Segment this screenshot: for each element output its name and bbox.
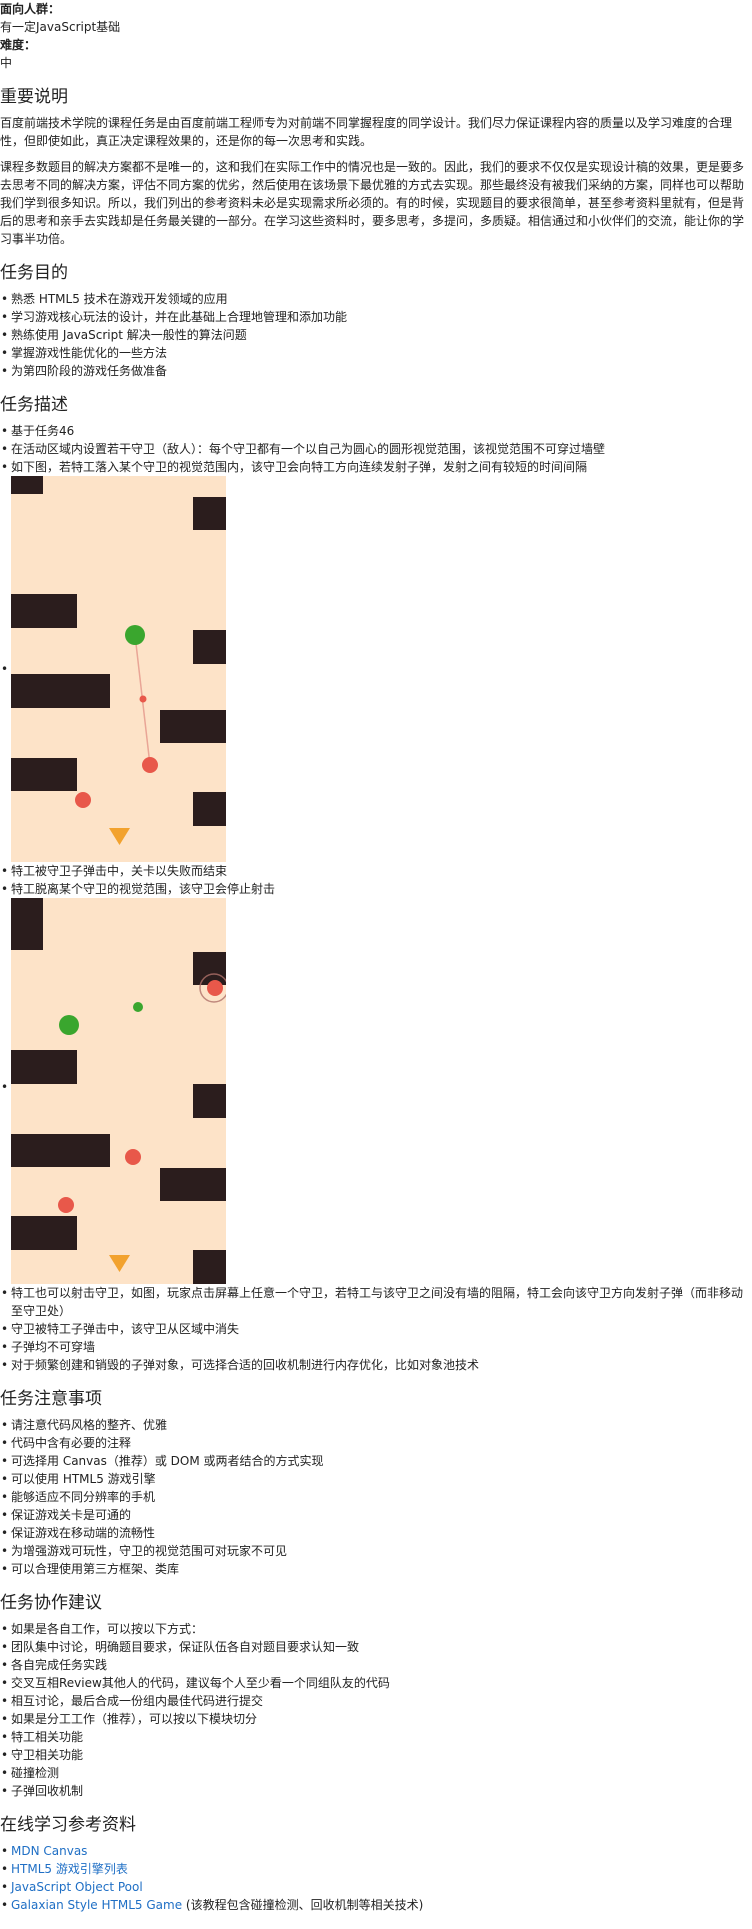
desc-list: 基于任务46 在活动区域内设置若干守卫（敌人）：每个守卫都有一个以自己为圆心的圆… xyxy=(0,422,752,1374)
page: 面向人群： 有一定JavaScript基础 难度： 中 重要说明 百度前端技术学… xyxy=(0,0,752,1914)
list-item: JavaScript Object Pool xyxy=(0,1878,752,1896)
game-illustration-item-1 xyxy=(0,476,752,862)
list-item: 如果是各自工作，可以按以下方式： xyxy=(0,1620,752,1638)
list-item: 为增强游戏可玩性，守卫的视觉范围可对玩家不可见 xyxy=(0,1542,752,1560)
list-item: 可以使用 HTML5 游戏引擎 xyxy=(0,1470,752,1488)
list-item: 特工也可以射击守卫，如图，玩家点击屏幕上任意一个守卫，若特工与该守卫之间没有墙的… xyxy=(0,1284,752,1320)
list-item: 在活动区域内设置若干守卫（敌人）：每个守卫都有一个以自己为圆心的圆形视觉范围，该… xyxy=(0,440,752,458)
wall xyxy=(193,792,226,826)
wall xyxy=(11,1050,77,1084)
list-item: 守卫相关功能 xyxy=(0,1746,752,1764)
notice-heading: 重要说明 xyxy=(0,87,68,107)
bullet-icon xyxy=(133,1002,143,1012)
audience-label: 面向人群： xyxy=(0,2,61,16)
purpose-heading: 任务目的 xyxy=(0,263,68,283)
bullet-icon xyxy=(139,695,147,703)
game-screenshot-guard-shooting xyxy=(11,476,226,862)
list-item: Galaxian Style HTML5 Game (该教程包含碰撞检测、回收机… xyxy=(0,1896,752,1914)
wall xyxy=(11,594,77,628)
wall xyxy=(193,1250,226,1284)
collab-list: 如果是各自工作，可以按以下方式： 团队集中讨论，明确题目要求，保证队伍各自对题目… xyxy=(0,1620,752,1800)
agent-icon xyxy=(59,1015,79,1035)
difficulty-value: 中 xyxy=(0,56,13,70)
desc-heading: 任务描述 xyxy=(0,395,68,415)
list-item: 特工被守卫子弹击中，关卡以失败而结束 xyxy=(0,862,752,880)
list-item: 守卫被特工子弹击中，该守卫从区域中消失 xyxy=(0,1320,752,1338)
list-item: 保证游戏在移动端的流畅性 xyxy=(0,1524,752,1542)
wall xyxy=(193,497,226,530)
list-item: 基于任务46 xyxy=(0,422,752,440)
list-item: 各自完成任务实践 xyxy=(0,1656,752,1674)
list-item: 可选择用 Canvas（推荐）或 DOM 或两者结合的方式实现 xyxy=(0,1452,752,1470)
list-item: 熟练使用 JavaScript 解决一般性的算法问题 xyxy=(0,326,752,344)
notes-list: 请注意代码风格的整齐、优雅 代码中含有必要的注释 可选择用 Canvas（推荐）… xyxy=(0,1416,752,1578)
list-item: 学习游戏核心玩法的设计，并在此基础上合理地管理和添加功能 xyxy=(0,308,752,326)
game-screenshot-agent-shooting xyxy=(11,898,226,1284)
galaxian-note: (该教程包含碰撞检测、回收机制等相关技术) xyxy=(182,1898,424,1912)
list-item: 团队集中讨论，明确题目要求，保证队伍各自对题目要求认知一致 xyxy=(0,1638,752,1656)
list-item: 对于频繁创建和销毁的子弹对象，可选择合适的回收机制进行内存优化，比如对象池技术 xyxy=(0,1356,752,1374)
list-item: 碰撞检测 xyxy=(0,1764,752,1782)
wall xyxy=(160,710,226,743)
wall xyxy=(11,898,43,950)
wall xyxy=(11,758,77,791)
link-mdn-canvas[interactable]: MDN Canvas xyxy=(11,1844,87,1858)
guard-icon xyxy=(75,792,91,808)
list-item: 掌握游戏性能优化的一些方法 xyxy=(0,344,752,362)
list-item: 能够适应不同分辨率的手机 xyxy=(0,1488,752,1506)
notice-paragraph-1: 百度前端技术学院的课程任务是由百度前端工程师专为对前端不同掌握程度的同学设计。我… xyxy=(0,116,733,148)
link-js-object-pool[interactable]: JavaScript Object Pool xyxy=(11,1880,143,1894)
wall xyxy=(160,1168,226,1201)
refs-heading: 在线学习参考资料 xyxy=(0,1815,136,1835)
purpose-list: 熟悉 HTML5 技术在游戏开发领域的应用 学习游戏核心玩法的设计，并在此基础上… xyxy=(0,290,752,380)
list-item: 特工脱离某个守卫的视觉范围，该守卫会停止射击 xyxy=(0,880,752,898)
agent-icon xyxy=(125,625,145,645)
guard-icon[interactable] xyxy=(58,1197,74,1213)
list-item: 为第四阶段的游戏任务做准备 xyxy=(0,362,752,380)
list-item: 子弹回收机制 xyxy=(0,1782,752,1800)
list-item: 请注意代码风格的整齐、优雅 xyxy=(0,1416,752,1434)
list-item: HTML5 游戏引擎列表 xyxy=(0,1860,752,1878)
list-item: 熟悉 HTML5 技术在游戏开发领域的应用 xyxy=(0,290,752,308)
refs-list: MDN Canvas HTML5 游戏引擎列表 JavaScript Objec… xyxy=(0,1842,752,1914)
list-item: 相互讨论，最后合成一份组内最佳代码进行提交 xyxy=(0,1692,752,1710)
link-html5-engine-list[interactable]: HTML5 游戏引擎列表 xyxy=(11,1862,128,1876)
list-item: 特工相关功能 xyxy=(0,1728,752,1746)
list-item: 可以合理使用第三方框架、类库 xyxy=(0,1560,752,1578)
guard-icon[interactable] xyxy=(207,980,223,996)
list-item: 交叉互相Review其他人的代码，建议每个人至少看一个同组队友的代码 xyxy=(0,1674,752,1692)
list-item: 如果是分工工作（推荐），可以按以下模块切分 xyxy=(0,1710,752,1728)
audience-row: 面向人群： xyxy=(0,0,752,18)
link-galaxian-game[interactable]: Galaxian Style HTML5 Game xyxy=(11,1898,182,1912)
wall xyxy=(193,952,226,985)
game-illustration-item-2 xyxy=(0,898,752,1284)
wall xyxy=(193,1084,226,1118)
collab-heading: 任务协作建议 xyxy=(0,1593,102,1613)
list-item: 如下图，若特工落入某个守卫的视觉范围内，该守卫会向特工方向连续发射子弹，发射之间… xyxy=(0,458,752,476)
difficulty-label: 难度： xyxy=(0,38,37,52)
guard-icon xyxy=(142,757,158,773)
audience-value: 有一定JavaScript基础 xyxy=(0,20,121,34)
guard-icon[interactable] xyxy=(125,1149,141,1165)
wall xyxy=(193,630,226,664)
wall xyxy=(11,674,110,708)
wall xyxy=(11,1216,77,1250)
wall xyxy=(11,1134,110,1167)
notes-heading: 任务注意事项 xyxy=(0,1389,102,1409)
list-item: 代码中含有必要的注释 xyxy=(0,1434,752,1452)
list-item: MDN Canvas xyxy=(0,1842,752,1860)
list-item: 子弹均不可穿墙 xyxy=(0,1338,752,1356)
list-item: 保证游戏关卡是可通的 xyxy=(0,1506,752,1524)
wall xyxy=(11,476,43,494)
notice-paragraph-2: 课程多数题目的解决方案都不是唯一的，这和我们在实际工作中的情况也是一致的。因此，… xyxy=(0,160,745,246)
